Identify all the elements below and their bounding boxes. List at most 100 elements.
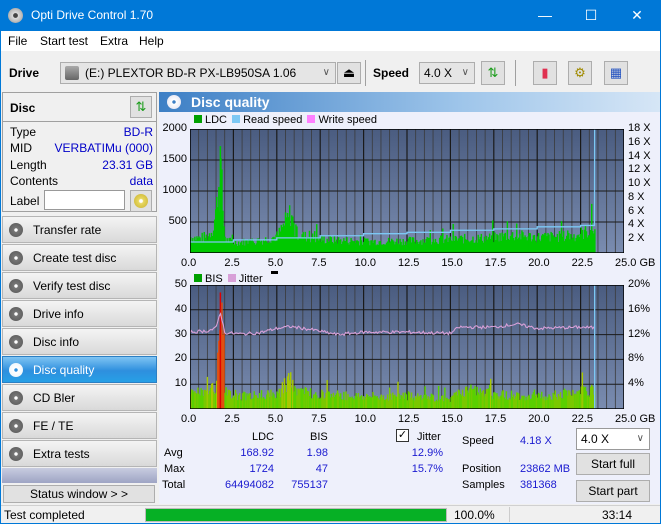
ldc-chart bbox=[190, 129, 624, 253]
nav-extra-tests[interactable]: Extra tests bbox=[2, 440, 157, 467]
bis-chart bbox=[190, 285, 624, 409]
status-window-button[interactable]: Status window > > bbox=[3, 485, 155, 503]
x-tick-label: 25.0 GB bbox=[615, 413, 656, 425]
y2-tick-label: 2 X bbox=[628, 232, 645, 245]
y2-tick-label: 12% bbox=[628, 327, 651, 340]
y2-tick-label: 8 X bbox=[628, 190, 645, 203]
test-speed-select[interactable]: 4.0 X ∨ bbox=[576, 428, 650, 450]
eraser-icon: ▮ bbox=[541, 65, 549, 80]
row-total-label: Total bbox=[162, 479, 186, 491]
jitter-swatch bbox=[227, 274, 236, 282]
x-tick-label: 7.5 bbox=[311, 413, 327, 425]
disc-icon bbox=[9, 279, 23, 293]
data-bar bbox=[594, 229, 596, 253]
nav-verify-test-disc[interactable]: Verify test disc bbox=[2, 272, 157, 299]
x-tick-label: 25.0 GB bbox=[615, 257, 656, 269]
elapsed-time: 33:14 bbox=[602, 508, 633, 522]
menu-bar: File Start test Extra Help bbox=[1, 31, 660, 51]
status-bar: Test completed 100.0% 33:14 bbox=[1, 505, 660, 523]
y-tick-label: 20 bbox=[174, 352, 187, 365]
nav-spacer bbox=[2, 468, 157, 483]
y2-tick-label: 6 X bbox=[628, 204, 645, 217]
y-tick-label: 30 bbox=[174, 327, 187, 340]
samples-label: Samples bbox=[462, 479, 505, 491]
sidebar: Disc ⇅ Type BD-R MID VERBATIMu (000) Lengt… bbox=[2, 92, 157, 504]
refresh-arrows-icon: ⇅ bbox=[487, 65, 499, 80]
disc-label-input[interactable] bbox=[44, 190, 125, 210]
maximize-button[interactable]: ☐ bbox=[568, 0, 614, 31]
settings-button[interactable]: ⚙ bbox=[568, 61, 592, 85]
nav-transfer-rate[interactable]: Transfer rate bbox=[2, 216, 157, 243]
y2-tick-label: 4 X bbox=[628, 218, 645, 231]
toolbar-separator bbox=[515, 60, 516, 86]
max-bis: 47 bbox=[315, 463, 328, 475]
nav-create-test-disc[interactable]: Create test disc bbox=[2, 244, 157, 271]
nav-disc-quality[interactable]: Disc quality bbox=[2, 356, 157, 383]
y2-tick-label: 20% bbox=[628, 278, 651, 290]
disc-label-button[interactable] bbox=[130, 190, 152, 212]
nav-drive-info[interactable]: Drive info bbox=[2, 300, 157, 327]
disc-row-length: Length 23.31 GB bbox=[10, 158, 153, 172]
nav-fe-te[interactable]: FE / TE bbox=[2, 412, 157, 439]
eject-button[interactable]: ⏏ bbox=[337, 62, 361, 84]
col-bis: BIS bbox=[310, 431, 328, 443]
y2-tick-label: 8% bbox=[628, 352, 644, 365]
nav-disc-info[interactable]: Disc info bbox=[2, 328, 157, 355]
legend-marker bbox=[270, 271, 278, 274]
position-label: Position bbox=[462, 463, 502, 475]
minimize-button[interactable]: — bbox=[522, 0, 568, 31]
disc-refresh-button[interactable]: ⇅ bbox=[130, 96, 152, 118]
disc-row-type: Type BD-R bbox=[10, 125, 153, 139]
divider bbox=[509, 507, 510, 522]
drive-select[interactable]: (E:) PLEXTOR BD-R PX-LB950SA 1.06 ∨ bbox=[60, 62, 336, 84]
y-tick-label: 1000 bbox=[162, 184, 187, 196]
menu-file[interactable]: File bbox=[8, 34, 27, 48]
status-text: Test completed bbox=[4, 508, 85, 522]
disc-icon bbox=[9, 335, 23, 349]
y2-tick-label: 10 X bbox=[628, 177, 651, 190]
y-tick-label: 10 bbox=[174, 377, 187, 390]
menu-extra[interactable]: Extra bbox=[100, 34, 128, 48]
position-value: 23862 MB bbox=[520, 463, 571, 475]
x-tick-label: 12.5 bbox=[398, 413, 420, 425]
x-tick-label: 10.0 bbox=[354, 257, 377, 269]
disc-quality-panel: Disc quality LDC Read speed Write speed … bbox=[159, 92, 660, 504]
floppy-disk-icon: ▦ bbox=[609, 65, 623, 80]
max-jitter: 15.7% bbox=[411, 463, 443, 475]
menu-start-test[interactable]: Start test bbox=[40, 34, 88, 48]
gears-icon: ⚙ bbox=[574, 65, 586, 80]
total-bis: 755137 bbox=[291, 479, 328, 491]
start-part-button[interactable]: Start part bbox=[576, 480, 650, 502]
chevron-down-icon: ∨ bbox=[636, 433, 644, 444]
refresh-arrows-icon: ⇅ bbox=[135, 99, 147, 114]
app-window: Opti Drive Control 1.70 — ☐ ✕ File Start… bbox=[1, 0, 660, 523]
x-tick-label: 22.5 bbox=[571, 257, 594, 269]
refresh-button[interactable]: ⇅ bbox=[481, 61, 505, 85]
drive-icon bbox=[65, 66, 79, 80]
panel-title: Disc quality bbox=[191, 94, 270, 110]
y2-tick-label: 12 X bbox=[628, 163, 651, 176]
speed-select-value: 4.0 X bbox=[424, 66, 453, 80]
nav-cd-bler[interactable]: CD Bler bbox=[2, 384, 157, 411]
close-button[interactable]: ✕ bbox=[614, 0, 660, 31]
ldc-legend: LDC Read speed Write speed bbox=[192, 114, 377, 126]
read-speed-swatch bbox=[232, 115, 241, 123]
disc-info-panel: Disc ⇅ Type BD-R MID VERBATIMu (000) Lengt… bbox=[2, 92, 157, 212]
speed-label: Speed bbox=[373, 66, 410, 80]
bis-legend: BIS Jitter bbox=[192, 271, 278, 285]
start-full-button[interactable]: Start full bbox=[576, 453, 650, 475]
jitter-checkbox[interactable]: ✓ bbox=[396, 429, 409, 442]
y2-tick-label: 16% bbox=[628, 302, 651, 315]
speed-select[interactable]: 4.0 X ∨ bbox=[419, 62, 475, 84]
erase-button[interactable]: ▮ bbox=[533, 61, 557, 85]
disc-icon bbox=[9, 223, 23, 237]
menu-help[interactable]: Help bbox=[139, 34, 164, 48]
y-tick-label: 2000 bbox=[162, 122, 187, 134]
disc-panel-title: Disc bbox=[10, 101, 36, 115]
progress-bar bbox=[145, 508, 447, 522]
x-tick-label: 5.0 bbox=[267, 413, 284, 425]
disc-icon bbox=[9, 251, 23, 265]
save-button[interactable]: ▦ bbox=[604, 61, 628, 85]
y2-tick-label: 4% bbox=[628, 377, 644, 390]
progress-fill bbox=[146, 509, 446, 521]
